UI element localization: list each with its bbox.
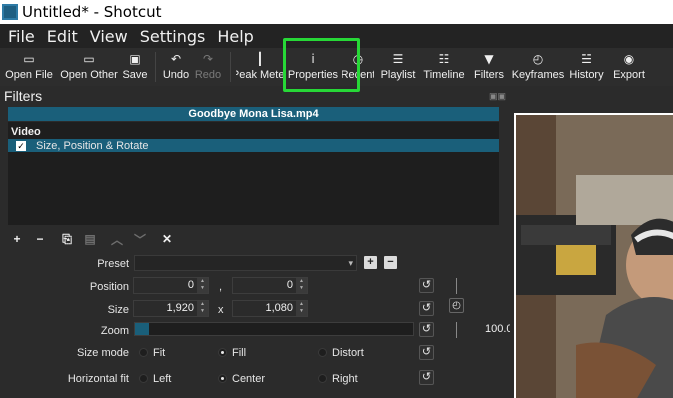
delete-preset-button[interactable]: − [384, 256, 397, 269]
hfit-right-radio[interactable] [318, 374, 327, 383]
spin-arrows-icon[interactable]: ▲ ▼ [296, 301, 307, 316]
filter-name: Size, Position & Rotate [36, 139, 149, 152]
redo-icon: ↷ [202, 52, 214, 66]
position-y-field[interactable]: 0 ▲ ▼ [232, 277, 308, 294]
deselect-filter-button[interactable]: ✕ [158, 231, 176, 247]
zoom-fill [135, 323, 149, 335]
keyframes-button[interactable]: ◴ Keyframes [512, 48, 565, 86]
reset-icon[interactable]: ↺ [419, 301, 434, 316]
reset-icon[interactable]: ↺ [419, 322, 434, 337]
size-mode-distort-radio[interactable] [318, 348, 327, 357]
export-icon: ◉ [623, 52, 635, 66]
preset-combo[interactable]: ▾ [134, 255, 357, 271]
menu-settings[interactable]: Settings [134, 27, 212, 46]
open-other-icon: ▭ [83, 52, 95, 66]
peak-meter-button[interactable]: ┃ Peak Meter [236, 48, 284, 86]
preset-label: Preset [97, 258, 129, 270]
size-height-field[interactable]: 1,080 ▲ ▼ [232, 300, 308, 317]
open-other-button[interactable]: ▭ Open Other [58, 48, 120, 86]
move-down-button[interactable]: ﹀ [131, 231, 149, 247]
timeline-icon: ☷ [438, 52, 450, 66]
keyframe-line [456, 322, 457, 338]
add-filter-button[interactable]: + [8, 231, 26, 247]
position-x-field[interactable]: 0 ▲ ▼ [133, 277, 209, 294]
history-icon: ☱ [581, 52, 592, 66]
properties-highlight [283, 38, 360, 92]
size-width-field[interactable]: 1,920 ▲ ▼ [133, 300, 209, 317]
list-icon: ☰ [392, 52, 404, 66]
stopwatch-icon[interactable]: ◴ [449, 298, 464, 313]
zoom-label: Zoom [100, 325, 129, 337]
dock-controls[interactable]: ▣▣ [489, 91, 506, 102]
spin-arrows-icon[interactable]: ▲ ▼ [197, 301, 208, 316]
size-label: Size [107, 304, 129, 316]
hfit-center-radio[interactable] [218, 374, 227, 383]
funnel-icon: ▼ [484, 52, 494, 66]
video-preview[interactable] [514, 113, 673, 398]
chevron-down-icon: ▾ [348, 258, 353, 268]
reset-icon[interactable]: ↺ [419, 278, 434, 293]
move-up-button[interactable]: ︿ [108, 231, 126, 247]
timeline-button[interactable]: ☷ Timeline [422, 48, 466, 86]
reset-icon[interactable]: ↺ [419, 345, 434, 360]
hfit-center-label: Center [232, 373, 266, 385]
menu-file[interactable]: File [2, 27, 41, 46]
history-button[interactable]: ☱ History [564, 48, 609, 86]
paste-filter-button[interactable]: ▤ [81, 231, 99, 247]
open-file-button[interactable]: ▭ Open File [0, 48, 58, 86]
panel-title: Filters [4, 88, 43, 104]
filter-list[interactable]: Video ✓ Size, Position & Rotate [8, 122, 499, 225]
undo-button[interactable]: ↶ Undo [161, 48, 191, 86]
filters-button[interactable]: ▼ Filters [466, 48, 512, 86]
size-mode-fill-label: Fill [232, 347, 247, 359]
export-button[interactable]: ◉ Export [609, 48, 649, 86]
filter-checkbox[interactable]: ✓ [16, 140, 26, 151]
clip-name: Goodbye Mona Lisa.mp4 [8, 107, 499, 121]
reset-icon[interactable]: ↺ [419, 370, 434, 385]
redo-button[interactable]: ↷ Redo [191, 48, 225, 86]
spin-arrows-icon[interactable]: ▲ ▼ [296, 278, 307, 293]
position-separator: , [219, 281, 223, 293]
size-mode-distort-label: Distort [332, 347, 364, 359]
menu-view[interactable]: View [84, 27, 134, 46]
menu-edit[interactable]: Edit [41, 27, 84, 46]
undo-icon: ↶ [170, 52, 182, 66]
filters-panel-header: Filters ▣▣ [0, 86, 510, 106]
window-title: Untitled* - Shotcut [22, 3, 162, 21]
menu-help[interactable]: Help [211, 27, 259, 46]
toolbar-separator [230, 52, 231, 82]
keyframe-line [456, 278, 457, 294]
zoom-slider[interactable]: 100.0 % [134, 322, 547, 336]
folder-icon: ▭ [23, 52, 35, 66]
position-label: Position [89, 281, 129, 293]
size-mode-label: Size mode [77, 347, 129, 359]
save-preset-button[interactable]: + [364, 256, 377, 269]
title-bar: Untitled* - Shotcut [0, 0, 673, 24]
save-button[interactable]: ▣ Save [120, 48, 150, 86]
filter-toolbar: + − ⎘ ▤ ︿ ﹀ ✕ [8, 230, 181, 248]
size-mode-fit-radio[interactable] [139, 348, 148, 357]
horizontal-fit-label: Horizontal fit [67, 373, 129, 385]
size-mode-fit-label: Fit [153, 347, 166, 359]
hfit-left-radio[interactable] [139, 374, 148, 383]
hfit-left-label: Left [153, 373, 172, 385]
toolbar-separator [155, 52, 156, 82]
zoom-value: 100.0 [485, 323, 513, 335]
size-mode-fill-radio[interactable] [218, 348, 227, 357]
stopwatch-icon: ◴ [532, 52, 544, 66]
save-icon: ▣ [129, 52, 141, 66]
hfit-right-label: Right [332, 373, 358, 385]
app-icon [2, 4, 18, 20]
copy-filter-button[interactable]: ⎘ [58, 231, 76, 247]
size-separator: x [218, 304, 224, 316]
filter-item[interactable]: ✓ Size, Position & Rotate [8, 139, 499, 152]
video-frame-image [516, 115, 673, 398]
spin-arrows-icon[interactable]: ▲ ▼ [197, 278, 208, 293]
remove-filter-button[interactable]: − [31, 231, 49, 247]
playlist-button[interactable]: ☰ Playlist [374, 48, 422, 86]
meter-icon: ┃ [256, 52, 264, 66]
filter-section-label: Video [11, 126, 41, 138]
